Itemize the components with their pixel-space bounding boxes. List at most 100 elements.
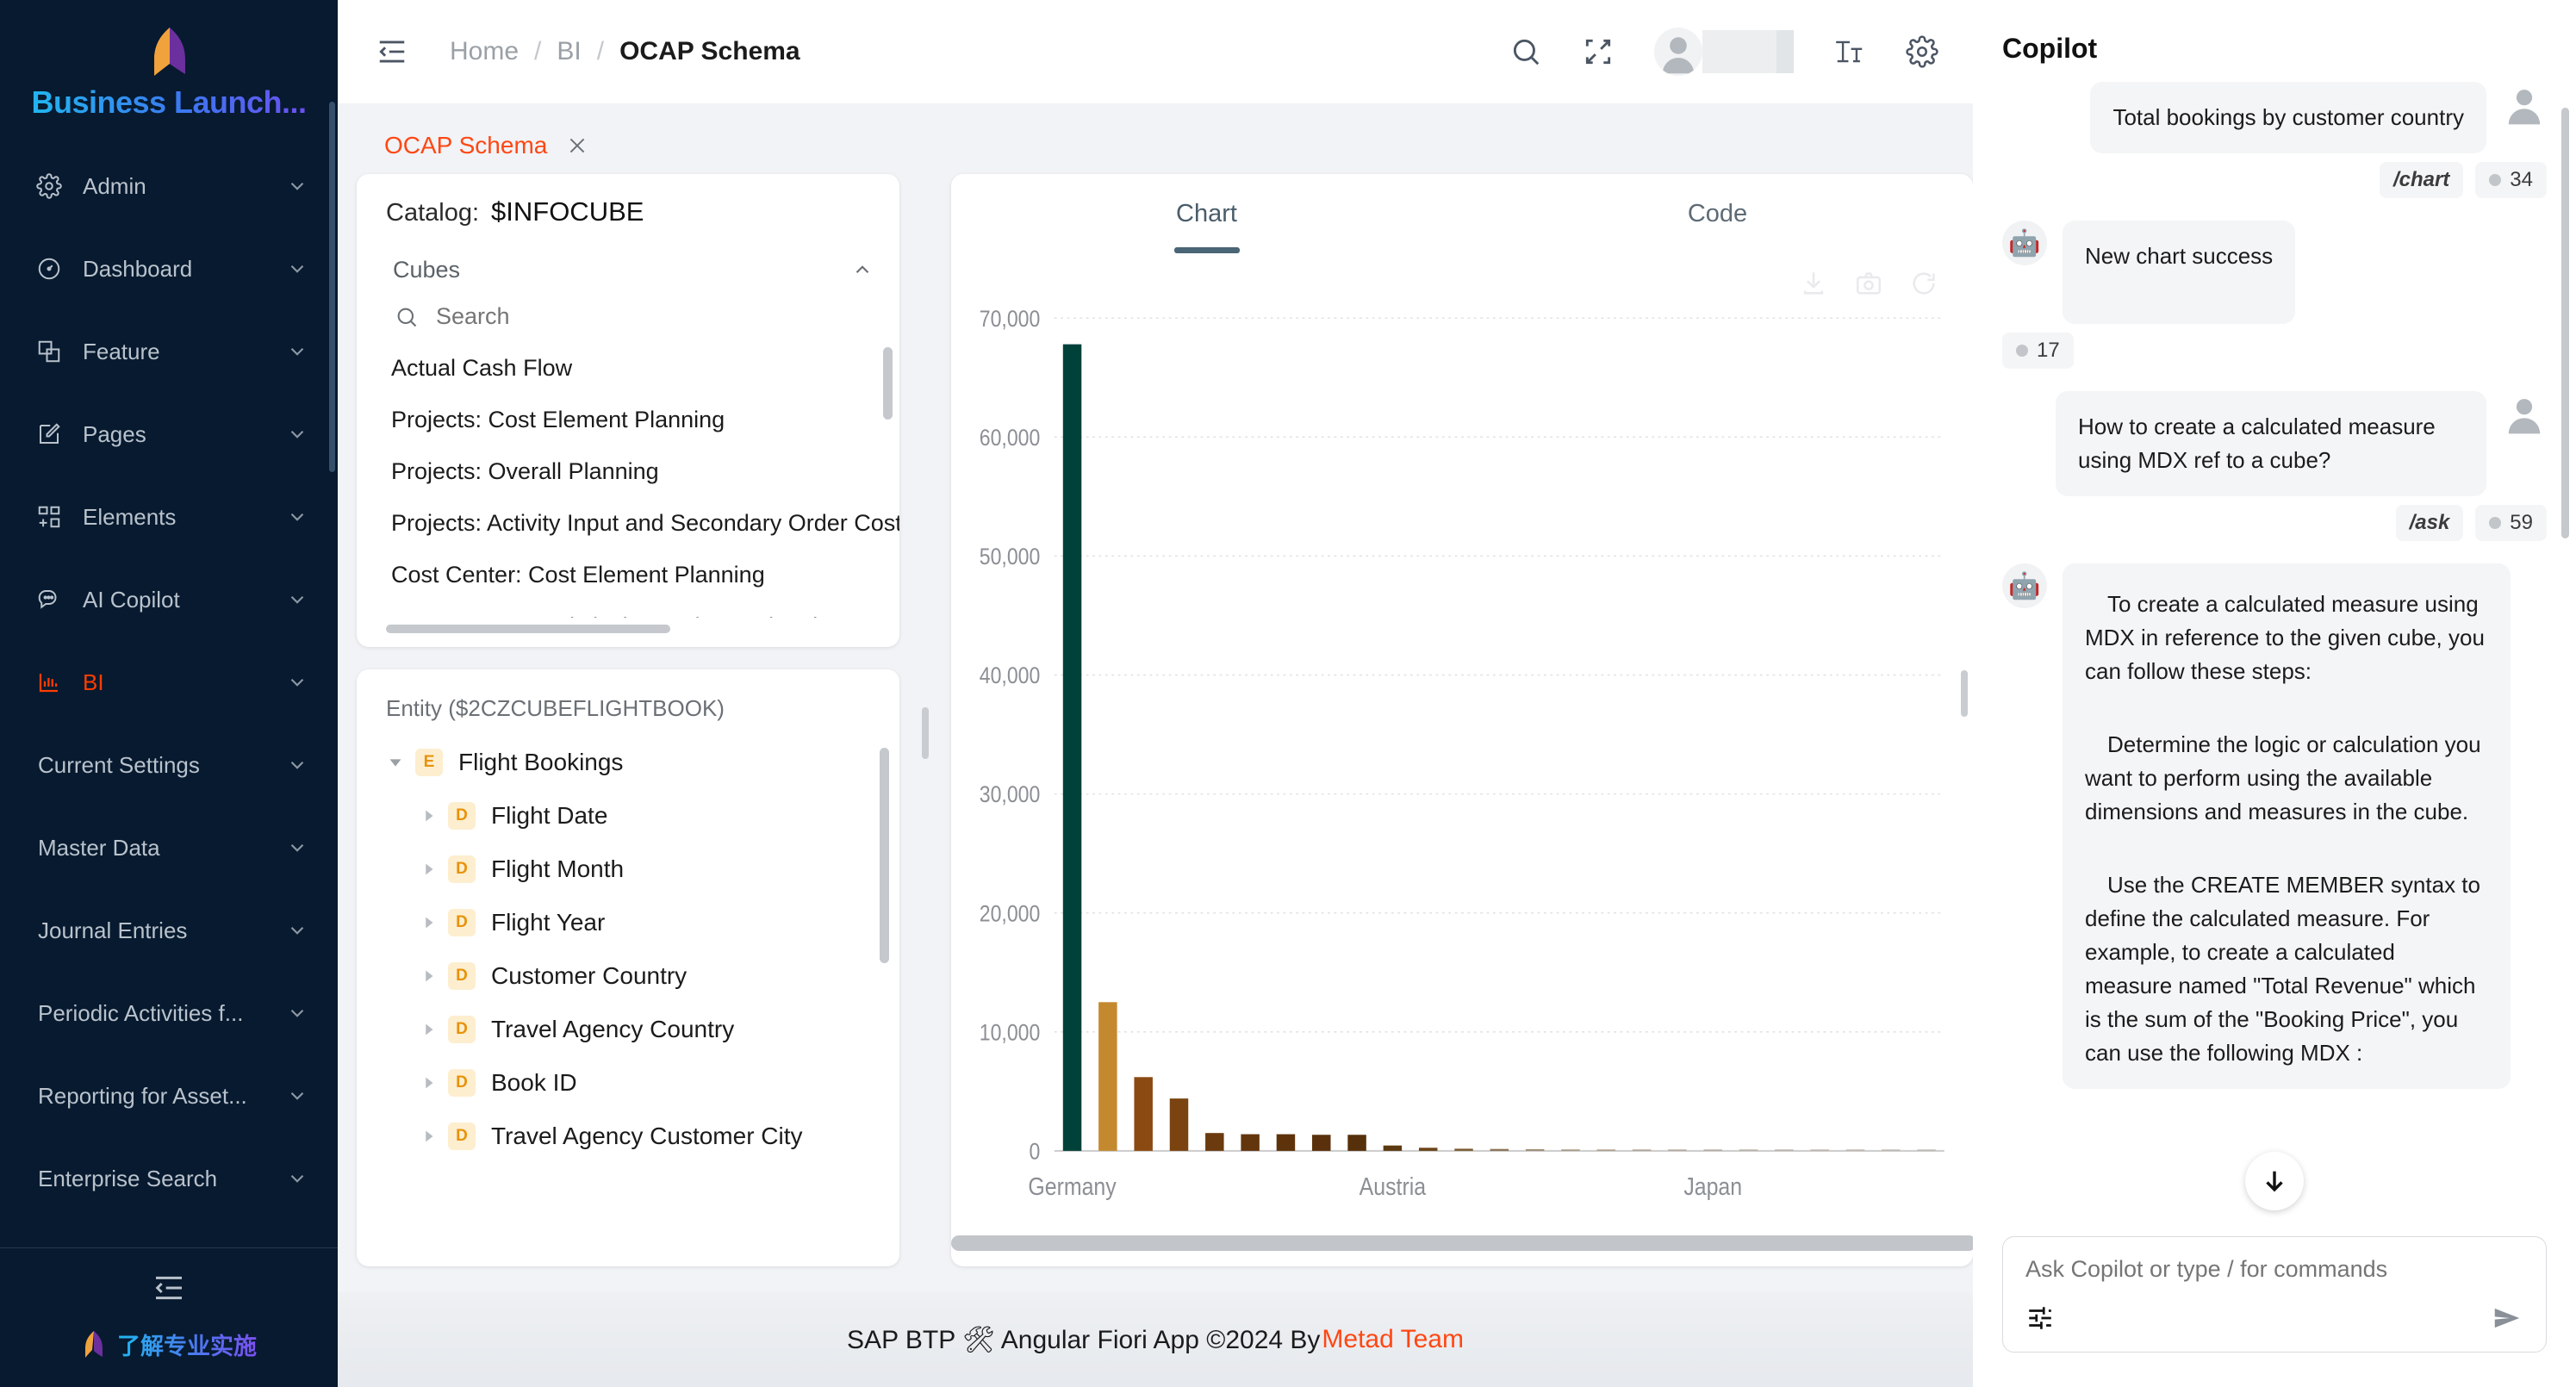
cube-list-item[interactable]: Projects: Cost Element Planning (357, 394, 899, 445)
cube-list-item[interactable]: Cost Center: Cost Element Planning (357, 549, 899, 600)
catalog-value[interactable]: $INFOCUBE (491, 196, 644, 227)
tab-code[interactable]: Code (1462, 174, 1973, 253)
svg-text:Germany: Germany (1028, 1173, 1117, 1201)
search-icon[interactable] (1509, 35, 1542, 68)
sidebar-item-enterprise-search[interactable]: Enterprise Search (0, 1137, 338, 1220)
copilot-input[interactable] (2025, 1256, 2523, 1283)
entity-tree-scrollbar[interactable] (880, 748, 889, 963)
dimension-badge: D (448, 962, 476, 990)
sidebar-item-periodic-activities[interactable]: Periodic Activities f... (0, 972, 338, 1054)
main-area: Home / BI / OCAP Schema (338, 0, 1973, 1387)
panel-resize-handle[interactable] (922, 707, 929, 759)
tree-row-label: Flight Bookings (458, 749, 623, 776)
cube-list-vertical-scrollbar[interactable] (883, 347, 893, 420)
chat-token-chip: 17 (2002, 333, 2074, 369)
camera-icon[interactable] (1854, 269, 1883, 298)
chevron-up-icon[interactable] (851, 258, 874, 281)
chevron-down-icon (286, 506, 308, 528)
chat-command-chip[interactable]: /ask (2396, 505, 2464, 541)
sliders-icon[interactable] (2025, 1303, 2055, 1333)
caret-right-icon[interactable] (419, 967, 438, 986)
chevron-down-icon (286, 340, 308, 363)
tree-row-label: Flight Date (491, 802, 607, 830)
menu-collapse-icon[interactable] (376, 35, 408, 68)
chevron-down-icon (286, 1002, 308, 1024)
cube-list-item[interactable]: Cost Center: Statistical Key Figure Plan… (357, 600, 899, 618)
cubes-section-header[interactable]: Cubes (357, 246, 899, 293)
refresh-icon[interactable] (1909, 269, 1938, 298)
chart-horizontal-scrollbar[interactable] (951, 1235, 1973, 1251)
sidebar-item-dashboard[interactable]: Dashboard (0, 227, 338, 310)
tree-row[interactable]: D Flight Date (357, 789, 899, 843)
sidebar-item-master-data[interactable]: Master Data (0, 806, 338, 889)
chart-card: Chart Code 010,00020,00030,00040,00050,0… (951, 174, 1973, 1266)
tree-row[interactable]: D Flight Year (357, 896, 899, 949)
footer-brand-link[interactable]: Metad Team (1322, 1325, 1464, 1354)
sidebar-item-admin[interactable]: Admin (0, 145, 338, 227)
fullscreen-icon[interactable] (1582, 35, 1615, 68)
breadcrumb-item-bi[interactable]: BI (557, 37, 581, 66)
cube-list-item[interactable]: Projects: Overall Planning (357, 445, 899, 497)
scroll-to-bottom-button[interactable] (2245, 1152, 2304, 1210)
pro-implementation-link[interactable]: 了解专业实施 (81, 1328, 257, 1361)
chat-bubble-icon (34, 585, 64, 614)
composer-actions (2025, 1302, 2523, 1334)
sidebar-item-reporting-for-assets[interactable]: Reporting for Asset... (0, 1054, 338, 1137)
breadcrumb-item-home[interactable]: Home (450, 37, 519, 66)
tree-row[interactable]: D Travel Agency Customer City (357, 1110, 899, 1163)
gear-icon[interactable] (1906, 35, 1938, 68)
sidebar-item-pages[interactable]: Pages (0, 393, 338, 476)
svg-text:40,000: 40,000 (980, 663, 1040, 689)
cube-search-row (357, 293, 899, 342)
cube-list-item[interactable]: Projects: Activity Input and Secondary O… (357, 497, 899, 549)
cube-list-horizontal-scrollbar[interactable] (386, 625, 670, 633)
sidebar-item-ai-copilot[interactable]: AI Copilot (0, 558, 338, 641)
cube-list-horizontal-scroll-track (386, 625, 870, 631)
chat-message-list[interactable]: Total bookings by customer country /char… (1973, 82, 2576, 1219)
close-icon[interactable] (566, 134, 588, 157)
sidebar-nav: Admin Dashboard Feature (0, 145, 338, 1220)
tree-row[interactable]: D Book ID (357, 1056, 899, 1110)
sidebar-item-label: Pages (83, 421, 286, 448)
caret-right-icon[interactable] (419, 806, 438, 825)
cube-list-item[interactable]: Actual Cash Flow (357, 342, 899, 394)
tree-row[interactable]: D Flight Month (357, 843, 899, 896)
sidebar-item-label: Elements (83, 504, 286, 531)
sidebar-item-bi[interactable]: BI (0, 641, 338, 724)
svg-text:30,000: 30,000 (980, 782, 1040, 808)
chat-scrollbar[interactable] (2561, 108, 2569, 538)
tab-chart[interactable]: Chart (951, 174, 1462, 253)
caret-down-icon[interactable] (386, 753, 405, 772)
chat-command-chip[interactable]: /chart (2380, 162, 2463, 198)
chart-panel: Chart Code 010,00020,00030,00040,00050,0… (951, 174, 1973, 1292)
chart-horizontal-scroll-track (951, 1235, 1938, 1254)
caret-right-icon[interactable] (419, 1073, 438, 1092)
user-account[interactable] (1654, 28, 1794, 76)
send-icon[interactable] (2491, 1302, 2523, 1334)
tree-row[interactable]: D Customer Country (357, 949, 899, 1003)
app-logo-icon (146, 26, 192, 79)
caret-right-icon[interactable] (419, 913, 438, 932)
tree-row[interactable]: D Travel Agency Country (357, 1003, 899, 1056)
footer-text: SAP BTP 🛠 Angular Fiori App ©2024 By (847, 1325, 1320, 1355)
download-icon[interactable] (1799, 269, 1828, 298)
collapse-sidebar-icon[interactable] (152, 1271, 186, 1305)
tree-row-label: Customer Country (491, 962, 687, 990)
gauge-icon (34, 254, 64, 283)
text-size-icon[interactable] (1833, 35, 1866, 68)
sidebar-scroll-area: Business Launch... Admin Dashboard (0, 0, 338, 1247)
sidebar-scrollbar[interactable] (329, 102, 335, 472)
sidebar-item-elements[interactable]: Elements (0, 476, 338, 558)
caret-right-icon[interactable] (419, 1127, 438, 1146)
sidebar-item-current-settings[interactable]: Current Settings (0, 724, 338, 806)
document-tab-ocap-schema[interactable]: OCAP Schema (357, 117, 611, 174)
sidebar-item-journal-entries[interactable]: Journal Entries (0, 889, 338, 972)
sidebar-item-feature[interactable]: Feature (0, 310, 338, 393)
plot-area[interactable]: 010,00020,00030,00040,00050,00060,00070,… (951, 302, 1973, 1232)
caret-right-icon[interactable] (419, 860, 438, 879)
tree-row[interactable]: E Flight Bookings (357, 736, 899, 789)
dimension-badge: D (448, 855, 476, 883)
cube-search-input[interactable] (436, 303, 874, 330)
copilot-resize-handle[interactable] (1961, 670, 1968, 717)
caret-right-icon[interactable] (419, 1020, 438, 1039)
